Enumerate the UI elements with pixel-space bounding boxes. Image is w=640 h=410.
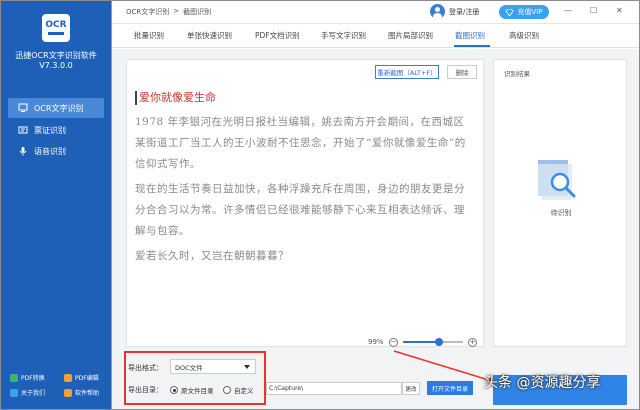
help-icon: [64, 388, 72, 397]
tab-batch[interactable]: 批量识别: [134, 30, 164, 41]
logo-text: OCR: [45, 20, 67, 30]
export-path-input[interactable]: C:\Capture\: [266, 382, 402, 395]
chevron-down-icon: [244, 365, 250, 369]
avatar-icon: [430, 4, 445, 19]
tab-bar: 批量识别 单张快速识别 PDF文档识别 手写文字识别 图片局部识别 截图识别 高…: [112, 24, 640, 48]
pdf-convert-icon: [10, 373, 18, 382]
sidebar-item-label: 票证识别: [34, 125, 66, 135]
ticket-icon: [18, 126, 28, 134]
sidebar-item-voice[interactable]: 语音识别: [8, 141, 104, 161]
footer-label: PDF编辑: [75, 375, 99, 382]
breadcrumb-separator: >: [173, 7, 180, 15]
logo-bar: [48, 32, 64, 35]
zoom-thumb[interactable]: [434, 338, 443, 346]
app-logo: OCR: [42, 14, 70, 42]
pdf-edit-link[interactable]: PDF编辑: [64, 373, 99, 382]
radio-label: 自定义: [234, 387, 254, 395]
help-link[interactable]: 软件帮助: [64, 388, 99, 397]
vip-button[interactable]: 充值VIP: [499, 5, 549, 19]
tab-handwriting[interactable]: 手写文字识别: [321, 30, 366, 41]
radio-custom-dir[interactable]: 自定义: [223, 385, 254, 395]
sidebar-item-ocr[interactable]: OCR文字识别: [8, 98, 104, 118]
sidebar-item-label: OCR文字识别: [34, 103, 84, 113]
tab-partial[interactable]: 图片局部识别: [388, 30, 433, 41]
export-format-value: DOC文件: [175, 363, 203, 372]
maximize-button[interactable]: ☐: [590, 6, 597, 15]
zoom-control: 99% − +: [368, 336, 477, 348]
delete-button[interactable]: 删除: [447, 65, 477, 79]
document-panel: 重新截图（ALT+F） 删除 爱你就像爱生命 1978 年李银河在光明日报社当编…: [126, 59, 484, 347]
main-content: 重新截图（ALT+F） 删除 爱你就像爱生命 1978 年李银河在光明日报社当编…: [112, 49, 640, 410]
zoom-slider[interactable]: [402, 338, 463, 346]
app-name: 迅捷OCR文字识别软件: [15, 51, 97, 60]
microphone-icon: [19, 147, 27, 156]
breadcrumb: OCR文字识别 > 截图识别: [126, 7, 211, 17]
breadcrumb-item[interactable]: OCR文字识别: [126, 7, 169, 17]
radio-icon: [223, 386, 231, 394]
result-title: 识别结果: [504, 70, 530, 78]
diamond-icon: [505, 8, 514, 16]
footer-label: PDF转换: [21, 375, 45, 382]
app-version: V7.3.0.0: [39, 61, 73, 70]
monitor-icon: [18, 103, 28, 112]
watermark: 头条 @资源趣分享: [484, 375, 601, 391]
breadcrumb-item: 截图识别: [183, 8, 212, 16]
rescan-button[interactable]: 重新截图（ALT+F）: [375, 65, 439, 79]
top-bar: OCR文字识别 > 截图识别 登录/注册 充值VIP — ☐ ✕: [112, 0, 640, 24]
tab-pdf[interactable]: PDF文档识别: [255, 30, 300, 41]
document-paragraph: 现在的生活节奏日益加快，各种浮躁充斥在周围，身边的朋友更是分分合合习以为常。许多…: [135, 183, 465, 237]
radio-source-dir[interactable]: 原文件目录: [170, 385, 214, 395]
footer-label: 关于我们: [21, 390, 46, 397]
zoom-in-button[interactable]: +: [467, 337, 477, 347]
text-cursor: [135, 91, 137, 105]
document-paragraph: 爱若长久时，又岂在朝朝暮暮？: [135, 250, 289, 262]
about-link[interactable]: 关于我们: [10, 388, 45, 397]
tab-quick[interactable]: 单张快速识别: [187, 30, 232, 41]
document-text: 爱你就像爱生命 1978 年李银河在光明日报社当编辑，姚去南方开会期间，在西城区…: [135, 88, 475, 267]
user-login[interactable]: 登录/注册: [430, 4, 479, 19]
zoom-fill: [402, 341, 439, 343]
zoom-out-button[interactable]: −: [388, 337, 398, 347]
minimize-button[interactable]: —: [564, 6, 572, 15]
vip-label: 充值VIP: [517, 8, 543, 16]
export-dir-label: 导出目录：: [128, 386, 163, 394]
result-panel: 识别结果 待识别: [493, 59, 627, 347]
login-label: 登录/注册: [449, 7, 480, 16]
active-tab-indicator: [454, 45, 490, 47]
result-empty-label: 待识别: [550, 209, 572, 217]
tab-advanced[interactable]: 高级识别: [509, 30, 539, 41]
sidebar-item-ticket[interactable]: 票证识别: [8, 120, 104, 140]
radio-label: 原文件目录: [181, 387, 214, 395]
radio-icon-selected: [170, 386, 178, 394]
export-format-select[interactable]: DOC文件: [170, 359, 256, 374]
zoom-level: 99%: [368, 338, 384, 346]
tab-screenshot[interactable]: 截图识别: [455, 30, 485, 41]
pdf-edit-icon: [64, 373, 72, 382]
document-search-icon: [538, 160, 576, 200]
export-format-label: 导出格式：: [128, 364, 163, 372]
close-button[interactable]: ✕: [616, 6, 623, 15]
footer-label: 软件帮助: [75, 390, 100, 397]
document-paragraph: 1978 年李银河在光明日报社当编辑，姚去南方开会期间，在西城区某街道工厂当工人…: [135, 116, 466, 170]
document-title: 爱你就像爱生命: [135, 88, 475, 108]
sidebar: OCR 迅捷OCR文字识别软件 V7.3.0.0 OCR文字识别 票证识别 语音…: [0, 0, 112, 410]
pdf-convert-link[interactable]: PDF转换: [10, 373, 45, 382]
about-icon: [10, 388, 18, 397]
sidebar-item-label: 语音识别: [34, 146, 66, 156]
document-title-text: 爱你就像爱生命: [139, 91, 216, 104]
